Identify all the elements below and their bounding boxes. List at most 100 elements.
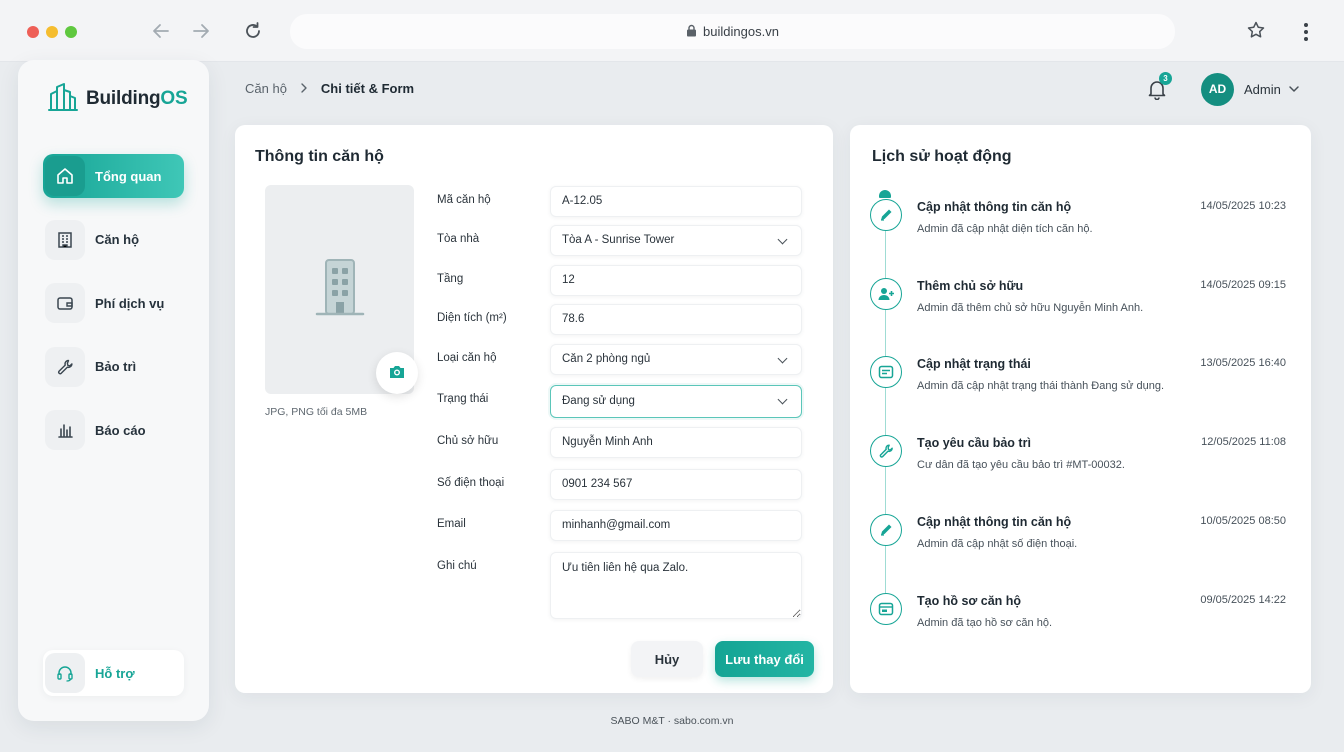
building-select[interactable]: Tòa A - Sunrise Tower — [550, 225, 802, 256]
timeline-desc: Admin đã cập nhật số điện thoại. — [917, 538, 1078, 550]
bar-chart-icon — [45, 410, 85, 450]
wrench-icon — [45, 346, 85, 387]
timeline-item: Thêm chủ sở hữu Admin đã thêm chủ sở hữu… — [870, 278, 1290, 338]
home-icon — [45, 156, 85, 196]
sidebar-item-reports[interactable]: Báo cáo — [43, 408, 184, 452]
field-row-building: Tòa nhà Tòa A - Sunrise Tower — [437, 225, 802, 256]
timeline-title: Tạo yêu cầu bảo trì — [917, 436, 1031, 450]
field-row-owner: Chủ sở hữu Nguyễn Minh Anh — [437, 427, 802, 458]
field-row-apartment-code: Mã căn hộ A-12.05 — [437, 186, 802, 217]
pencil-icon — [870, 514, 902, 546]
brand-logo[interactable]: BuildingOS — [48, 82, 188, 115]
id-card-icon — [870, 593, 902, 625]
url-text: buildingos.vn — [703, 24, 779, 39]
timeline-desc: Admin đã tạo hồ sơ căn hộ. — [917, 617, 1053, 629]
forward-arrow-icon[interactable] — [190, 20, 212, 42]
notes-textarea[interactable]: Ưu tiên liên hệ qua Zalo. — [550, 552, 802, 619]
timeline-item: Tạo yêu cầu bảo trì Cư dân đã tạo yêu cầ… — [870, 435, 1290, 495]
timeline-time: 14/05/2025 10:23 — [1200, 200, 1286, 212]
chevron-right-icon — [299, 81, 309, 96]
close-window-button[interactable] — [27, 26, 39, 38]
support-label: Hỗ trợ — [95, 665, 135, 681]
timeline-time: 14/05/2025 09:15 — [1200, 279, 1286, 291]
more-menu-icon[interactable] — [1294, 20, 1318, 44]
minimize-window-button[interactable] — [46, 26, 58, 38]
sidebar-item-apartments[interactable]: Căn hộ — [43, 218, 184, 262]
back-arrow-icon[interactable] — [150, 20, 172, 42]
apartment-code-input[interactable]: A-12.05 — [550, 186, 802, 217]
card-title: Lịch sử hoạt động — [872, 148, 1012, 165]
bookmark-star-icon[interactable] — [1244, 20, 1268, 44]
cancel-button[interactable]: Hủy — [631, 641, 703, 677]
browser-toolbar: buildingos.vn — [0, 0, 1344, 62]
camera-icon — [388, 364, 406, 383]
floor-input[interactable]: 12 — [550, 265, 802, 296]
sidebar-item-label: Bảo trì — [95, 359, 137, 374]
timeline-cap — [879, 190, 891, 198]
breadcrumb-parent[interactable]: Căn hộ — [245, 81, 287, 96]
timeline-time: 09/05/2025 14:22 — [1200, 594, 1286, 606]
wrench-icon — [870, 435, 902, 467]
field-row-status: Trạng thái Đang sử dụng — [437, 385, 802, 418]
status-select[interactable]: Đang sử dụng — [550, 385, 802, 418]
timeline-item: Cập nhật trạng thái Admin đã cập nhật tr… — [870, 356, 1290, 416]
sidebar-item-maintenance[interactable]: Bảo trì — [43, 345, 184, 389]
notification-badge: 3 — [1159, 72, 1172, 85]
sidebar-item-overview[interactable]: Tổng quan — [43, 154, 184, 198]
field-label: Chủ sở hữu — [437, 435, 499, 447]
timeline-title: Cập nhật trạng thái — [917, 357, 1031, 371]
sidebar-item-label: Tổng quan — [95, 168, 162, 184]
user-name[interactable]: Admin — [1244, 82, 1281, 97]
brand-name: BuildingOS — [86, 87, 188, 109]
field-row-phone: Số điện thoại 0901 234 567 — [437, 469, 802, 500]
avatar[interactable]: AD — [1201, 73, 1234, 106]
chevron-down-icon[interactable] — [1287, 82, 1301, 96]
building-logo-icon — [48, 82, 78, 115]
maximize-window-button[interactable] — [65, 26, 77, 38]
field-row-notes: Ghi chú Ưu tiên liên hệ qua Zalo. — [437, 552, 802, 619]
sidebar-nav: Tổng quan Căn hộ Phí dịch vụ Bảo trì Báo… — [43, 154, 184, 472]
photo-hint: JPG, PNG tối đa 5MB — [265, 406, 368, 418]
field-label: Tòa nhà — [437, 233, 480, 245]
user-plus-icon — [870, 278, 902, 310]
timeline-time: 12/05/2025 11:08 — [1201, 436, 1286, 448]
field-label: Số điện thoại — [437, 477, 505, 489]
timeline-desc: Admin đã cập nhật trạng thái thành Đang … — [917, 380, 1165, 392]
building-placeholder-icon — [313, 256, 367, 323]
reload-icon[interactable] — [242, 20, 264, 42]
email-input[interactable]: minhanh@gmail.com — [550, 510, 802, 541]
timeline-item: Cập nhật thông tin căn hộ Admin đã cập n… — [870, 199, 1290, 259]
breadcrumb-current: Chi tiết & Form — [320, 81, 415, 96]
timeline-item: Tạo hồ sơ căn hộ Admin đã tạo hồ sơ căn … — [870, 593, 1290, 653]
timeline-time: 10/05/2025 08:50 — [1200, 515, 1286, 527]
window-controls — [27, 26, 77, 38]
field-row-apartment-type: Loại căn hộ Căn 2 phòng ngủ — [437, 344, 802, 375]
owner-input[interactable]: Nguyễn Minh Anh — [550, 427, 802, 458]
timeline-title: Tạo hồ sơ căn hộ — [917, 594, 1022, 608]
timeline-title: Cập nhật thông tin căn hộ — [917, 200, 1072, 214]
field-row-email: Email minhanh@gmail.com — [437, 510, 802, 541]
lock-icon — [686, 24, 697, 40]
timeline-desc: Admin đã thêm chủ sở hữu Nguyễn Minh Anh… — [917, 302, 1144, 314]
status-card-icon — [870, 356, 902, 388]
field-label: Ghi chú — [437, 560, 477, 572]
timeline-time: 13/05/2025 16:40 — [1200, 357, 1286, 369]
upload-photo-button[interactable] — [376, 352, 418, 394]
field-row-floor: Tầng 12 — [437, 265, 802, 296]
support-button[interactable]: Hỗ trợ — [43, 650, 184, 696]
area-input[interactable]: 78.6 — [550, 304, 802, 335]
timeline-desc: Admin đã cập nhật diện tích căn hộ. — [917, 223, 1093, 235]
address-bar[interactable]: buildingos.vn — [290, 14, 1175, 49]
sidebar-item-label: Căn hộ — [95, 232, 140, 247]
timeline-desc: Cư dân đã tạo yêu cầu bảo trì #MT-00032. — [917, 459, 1125, 471]
save-button[interactable]: Lưu thay đổi — [715, 641, 814, 677]
card-title: Thông tin căn hộ — [255, 148, 384, 165]
phone-input[interactable]: 0901 234 567 — [550, 469, 802, 500]
sidebar-item-service-fees[interactable]: Phí dịch vụ — [43, 281, 184, 325]
breadcrumb: Căn hộ Chi tiết & Form — [245, 81, 414, 96]
apartment-type-select[interactable]: Căn 2 phòng ngủ — [550, 344, 802, 375]
field-label: Tầng — [437, 273, 464, 285]
building-icon — [45, 219, 85, 260]
field-label: Diện tích (m²) — [437, 312, 507, 324]
pencil-icon — [870, 199, 902, 231]
